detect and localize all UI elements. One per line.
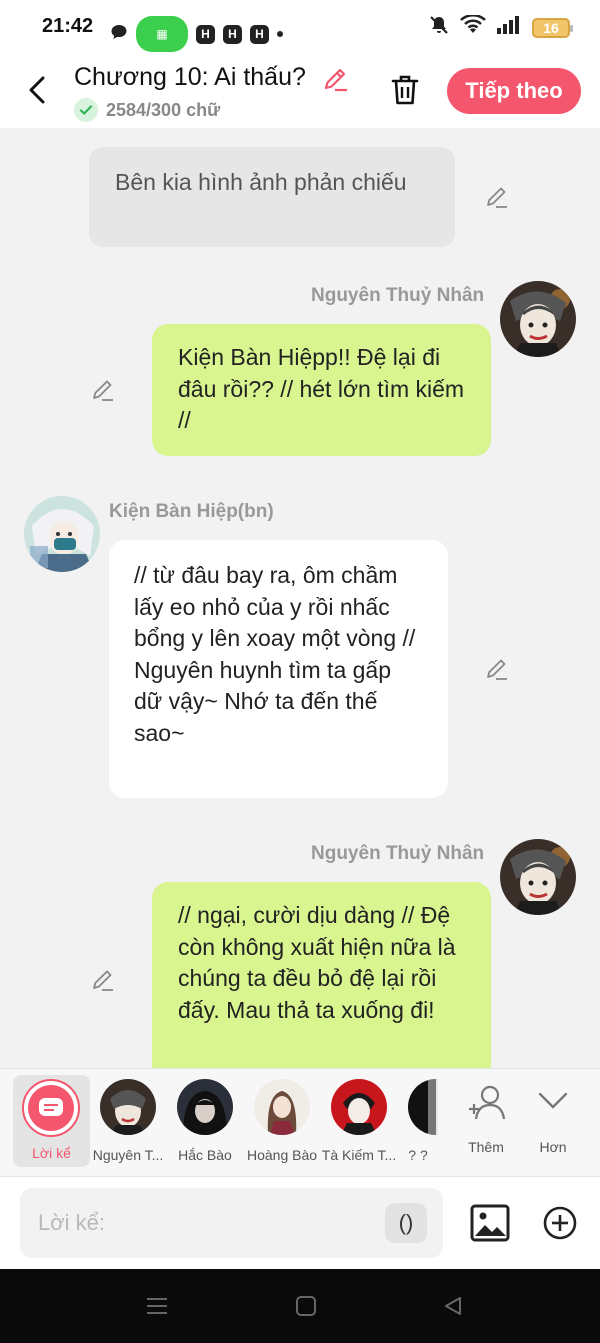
- mute-icon: [428, 14, 450, 41]
- home-icon: [296, 1296, 316, 1316]
- app-icon: ▦: [136, 16, 188, 52]
- pencil-icon: [324, 68, 347, 92]
- word-count-text: 2584/300 chữ: [106, 99, 221, 120]
- delete-button[interactable]: [386, 70, 424, 110]
- word-count: 2584/300 chữ: [74, 98, 220, 122]
- edit-message-button[interactable]: [88, 375, 118, 405]
- chapter-title[interactable]: Chương 10: Ai thấu?: [74, 63, 306, 92]
- app-h-icon: H: [223, 24, 242, 44]
- app-h-icon: H: [196, 24, 215, 44]
- avatar: [408, 1079, 438, 1135]
- menu-icon: [147, 1298, 167, 1314]
- signal-icon: [496, 15, 522, 40]
- character-bar: Lời kể Nguyên T... Hắc Bào Hoàng Bào Tà …: [0, 1068, 600, 1176]
- image-icon: [470, 1204, 510, 1242]
- pencil-icon: [487, 659, 507, 680]
- check-icon: [74, 98, 98, 122]
- status-time: 21:42: [42, 15, 94, 37]
- home-button[interactable]: [291, 1291, 321, 1321]
- chevron-down-icon: [538, 1092, 568, 1109]
- character-name: Hắc Bào: [178, 1147, 232, 1163]
- narration-icon: [28, 1085, 74, 1131]
- message-bubble[interactable]: // ngại, cười dịu dàng // Đệ còn không x…: [152, 882, 491, 1068]
- sender-name: Kiện Bàn Hiệp(bn): [109, 501, 274, 522]
- avatar: [100, 1079, 156, 1135]
- character-name: ? ?: [408, 1147, 428, 1163]
- chat-editor-screen: 21:42 ▦ H H H 16 Chương 10: Ai thấu? 258…: [0, 0, 600, 1343]
- chat-area[interactable]: Bên kia hình ảnh phản chiếu Nguyên Thuỷ …: [0, 128, 600, 1068]
- avatar[interactable]: [24, 496, 100, 572]
- edit-title-button[interactable]: [318, 62, 352, 96]
- plus-circle-icon: [543, 1206, 577, 1240]
- message-bubble[interactable]: Kiện Bàn Hiệpp!! Đệ lại đi đâu rồi?? // …: [152, 324, 491, 456]
- narrator-label: Lời kể: [32, 1145, 71, 1161]
- status-bar: 21:42 ▦ H H H 16: [0, 0, 600, 56]
- character-item[interactable]: Nguyên T...: [90, 1069, 166, 1169]
- trash-icon: [391, 75, 419, 105]
- avatar[interactable]: [500, 839, 576, 915]
- character-name: Tà Kiếm T...: [321, 1147, 397, 1163]
- narration-bubble[interactable]: Bên kia hình ảnh phản chiếu: [89, 147, 455, 247]
- character-item[interactable]: Tà Kiếm T...: [321, 1069, 397, 1169]
- insert-image-button[interactable]: [470, 1203, 510, 1243]
- character-name: Nguyên T...: [92, 1147, 164, 1163]
- character-item[interactable]: Hắc Bào: [167, 1069, 243, 1169]
- chat-bubble-icon: [110, 23, 128, 46]
- more-characters-button[interactable]: Hơn: [515, 1069, 591, 1169]
- chapter-header: Chương 10: Ai thấu? 2584/300 chữ Tiếp th…: [0, 56, 600, 128]
- wifi-icon: [460, 13, 486, 40]
- sender-name: Nguyên Thuỷ Nhân: [311, 285, 485, 306]
- narrator-tab[interactable]: Lời kể: [13, 1075, 90, 1167]
- narrator-avatar: [22, 1079, 80, 1137]
- action-bracket-button[interactable]: (): [385, 1203, 427, 1243]
- add-more-button[interactable]: [540, 1203, 580, 1243]
- system-navigation-bar: [0, 1269, 600, 1343]
- notification-icons: ▦ H H H: [110, 16, 283, 52]
- avatar: [177, 1079, 233, 1135]
- more-label: Hơn: [539, 1139, 567, 1155]
- back-button[interactable]: [20, 70, 54, 110]
- pencil-icon: [487, 187, 507, 208]
- character-item[interactable]: Hoàng Bào: [244, 1069, 320, 1169]
- avatar: [331, 1079, 387, 1135]
- message-input[interactable]: [20, 1188, 443, 1258]
- character-item[interactable]: ? ?: [398, 1069, 438, 1169]
- chevron-left-icon: [29, 76, 45, 104]
- avatar: [254, 1079, 310, 1135]
- edit-message-button[interactable]: [482, 654, 512, 684]
- edit-message-button[interactable]: [482, 182, 512, 212]
- menu-button[interactable]: [142, 1291, 172, 1321]
- message-bubble[interactable]: // từ đâu bay ra, ôm chầm lấy eo nhỏ của…: [109, 540, 448, 798]
- battery-icon: 16: [532, 17, 573, 38]
- character-name: Hoàng Bào: [246, 1147, 318, 1163]
- sender-name: Nguyên Thuỷ Nhân: [311, 843, 485, 864]
- pencil-icon: [93, 380, 113, 401]
- system-icons: 16: [428, 13, 573, 41]
- app-h-icon: H: [250, 24, 269, 44]
- input-bar: (): [0, 1176, 600, 1269]
- pencil-icon: [93, 970, 113, 991]
- edit-message-button[interactable]: [88, 965, 118, 995]
- back-triangle-icon: [445, 1297, 461, 1315]
- avatar[interactable]: [500, 281, 576, 357]
- next-button[interactable]: Tiếp theo: [447, 68, 581, 114]
- add-user-icon: [469, 1085, 506, 1120]
- back-nav-button[interactable]: [438, 1291, 468, 1321]
- more-notifications-dot: [277, 31, 283, 37]
